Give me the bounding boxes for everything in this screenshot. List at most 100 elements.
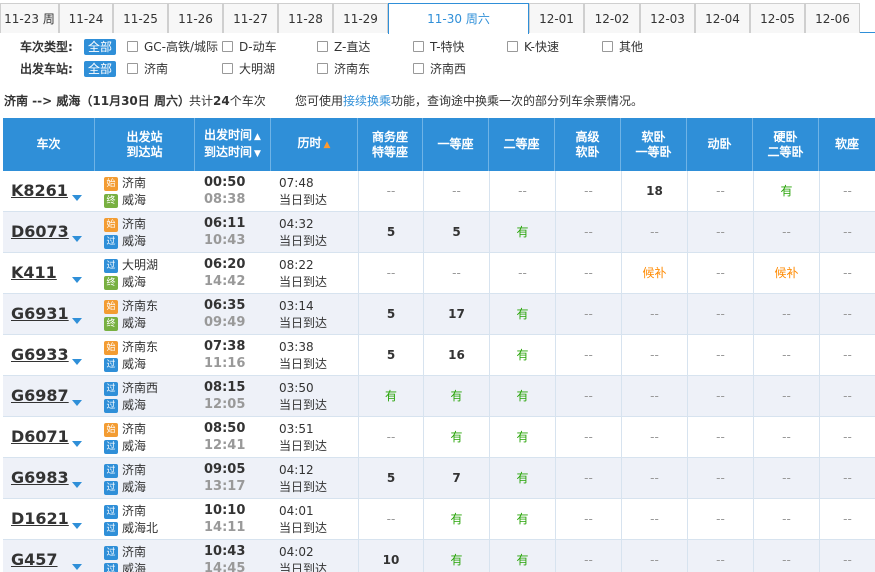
seat-availability: -- bbox=[819, 253, 875, 294]
checkbox-icon[interactable] bbox=[127, 41, 138, 52]
expand-stops-icon[interactable] bbox=[72, 441, 82, 447]
expand-stops-icon[interactable] bbox=[72, 277, 82, 283]
checkbox-icon[interactable] bbox=[127, 63, 138, 74]
duration: 03:38 bbox=[279, 340, 314, 354]
train-type-option[interactable]: T-特快 bbox=[413, 36, 465, 58]
checkbox-icon[interactable] bbox=[507, 41, 518, 52]
train-number-link[interactable]: G6983 bbox=[11, 468, 69, 487]
header-station: 出发站 到达站 bbox=[95, 118, 195, 171]
train-type-option[interactable]: D-动车 bbox=[222, 36, 277, 58]
date-tab[interactable]: 12-05 bbox=[750, 3, 805, 33]
checkbox-icon[interactable] bbox=[222, 63, 233, 74]
station-all-button[interactable]: 全部 bbox=[84, 61, 117, 77]
station-option[interactable]: 大明湖 bbox=[222, 58, 275, 80]
expand-stops-icon[interactable] bbox=[72, 359, 82, 365]
train-type-option[interactable]: Z-直达 bbox=[317, 36, 370, 58]
date-tab[interactable]: 12-06 bbox=[805, 3, 860, 33]
checkbox-icon[interactable] bbox=[317, 41, 328, 52]
expand-stops-icon[interactable] bbox=[72, 482, 82, 488]
route-label: 济南 --> 威海 bbox=[4, 94, 81, 108]
train-number-link[interactable]: G6987 bbox=[11, 386, 69, 405]
train-number-link[interactable]: D1621 bbox=[11, 509, 69, 528]
train-type-option-label: K-快速 bbox=[524, 40, 559, 54]
seat-availability: -- bbox=[555, 458, 621, 499]
header-arr-time[interactable]: 到达时间 ▼ bbox=[204, 145, 261, 162]
arrival-time: 12:05 bbox=[204, 397, 246, 412]
duration: 08:22 bbox=[279, 258, 314, 272]
train-number-link[interactable]: D6071 bbox=[11, 427, 69, 446]
train-type-option-label: 其他 bbox=[619, 40, 644, 54]
duration: 03:14 bbox=[279, 299, 314, 313]
checkbox-icon[interactable] bbox=[602, 41, 613, 52]
train-number-link[interactable]: G6931 bbox=[11, 304, 69, 323]
seat-availability: 5 bbox=[423, 212, 489, 253]
table-row: K8261 始济南终威海 00:50 08:38 07:48 当日到达 -- -- -- -- 18… bbox=[3, 171, 875, 212]
station-tag-icon: 始 bbox=[104, 218, 118, 232]
date-tab[interactable]: 11-24 bbox=[59, 3, 113, 33]
date-tab[interactable]: 12-03 bbox=[640, 3, 695, 33]
train-type-option[interactable]: 其他 bbox=[602, 36, 643, 58]
duration: 03:51 bbox=[279, 422, 314, 436]
station-tag-icon: 过 bbox=[104, 259, 118, 273]
header-seat-label: 一等座 bbox=[437, 137, 474, 151]
seat-availability[interactable]: 候补 bbox=[621, 253, 687, 294]
from-station: 始济南东 bbox=[104, 339, 158, 355]
table-row: G6983 过济南过威海 09:05 13:17 04:12 当日到达 5 7 有 -- -- -- -… bbox=[3, 458, 875, 499]
date-tab[interactable]: 12-04 bbox=[695, 3, 750, 33]
expand-stops-icon[interactable] bbox=[72, 318, 82, 324]
date-tab[interactable]: 11-30 周六 bbox=[388, 3, 529, 34]
arrival-day: 当日到达 bbox=[279, 562, 328, 572]
expand-stops-icon[interactable] bbox=[72, 523, 82, 529]
checkbox-icon[interactable] bbox=[317, 63, 328, 74]
to-station-name: 威海 bbox=[122, 193, 147, 207]
header-duration[interactable]: 历时 ▲ bbox=[271, 118, 358, 171]
transfer-link[interactable]: 接续换乘 bbox=[343, 94, 391, 108]
seat-availability: -- bbox=[819, 417, 875, 458]
date-tab[interactable]: 12-02 bbox=[584, 3, 640, 33]
from-station: 始济南 bbox=[104, 421, 146, 437]
station-option[interactable]: 济南 bbox=[127, 58, 168, 80]
departure-time: 10:10 bbox=[204, 503, 246, 518]
checkbox-icon[interactable] bbox=[413, 41, 424, 52]
date-tab[interactable]: 12-01 bbox=[529, 3, 584, 33]
train-type-option[interactable]: K-快速 bbox=[507, 36, 559, 58]
table-row: D6071 始济南过威海 08:50 12:41 03:51 当日到达 -- 有有 -- -- --… bbox=[3, 417, 875, 458]
count-suffix: 个车次 bbox=[229, 94, 266, 108]
station-option[interactable]: 济南东 bbox=[317, 58, 370, 80]
date-tab[interactable]: 11-23 周 bbox=[0, 3, 59, 33]
expand-stops-icon[interactable] bbox=[72, 195, 82, 201]
train-number-link[interactable]: K411 bbox=[11, 263, 57, 282]
header-dep-time[interactable]: 出发时间 ▲ bbox=[204, 128, 261, 145]
station-tag-icon: 始 bbox=[104, 423, 118, 437]
train-number-link[interactable]: G457 bbox=[11, 550, 58, 569]
expand-stops-icon[interactable] bbox=[72, 400, 82, 406]
header-time[interactable]: 出发时间 ▲ 到达时间 ▼ bbox=[195, 118, 271, 171]
to-station: 过威海 bbox=[104, 397, 146, 413]
checkbox-icon[interactable] bbox=[222, 41, 233, 52]
train-number-link[interactable]: D6073 bbox=[11, 222, 69, 241]
seat-availability: -- bbox=[819, 499, 875, 540]
train-number-link[interactable]: G6933 bbox=[11, 345, 69, 364]
station-tag-icon: 终 bbox=[104, 276, 118, 290]
station-option[interactable]: 济南西 bbox=[413, 58, 466, 80]
date-tab[interactable]: 11-29 bbox=[333, 3, 388, 33]
checkbox-icon[interactable] bbox=[413, 63, 424, 74]
seat-availability: -- bbox=[687, 458, 753, 499]
date-tab[interactable]: 11-27 bbox=[223, 3, 278, 33]
arrival-time: 14:42 bbox=[204, 274, 246, 289]
seat-availability: -- bbox=[555, 417, 621, 458]
expand-stops-icon[interactable] bbox=[72, 564, 82, 570]
station-tag-icon: 始 bbox=[104, 341, 118, 355]
date-tab[interactable]: 11-26 bbox=[168, 3, 223, 33]
date-tab[interactable]: 11-25 bbox=[113, 3, 168, 33]
train-type-all-button[interactable]: 全部 bbox=[84, 39, 117, 55]
expand-stops-icon[interactable] bbox=[72, 236, 82, 242]
train-type-option[interactable]: GC-高铁/城际 bbox=[127, 36, 218, 58]
seat-availability[interactable]: 候补 bbox=[753, 253, 819, 294]
header-from-label: 出发站 bbox=[126, 129, 163, 144]
from-station: 始济南 bbox=[104, 216, 146, 232]
arrival-day: 当日到达 bbox=[279, 521, 328, 535]
header-train-label: 车次 bbox=[36, 137, 61, 151]
train-number-link[interactable]: K8261 bbox=[11, 181, 68, 200]
date-tab[interactable]: 11-28 bbox=[278, 3, 333, 33]
